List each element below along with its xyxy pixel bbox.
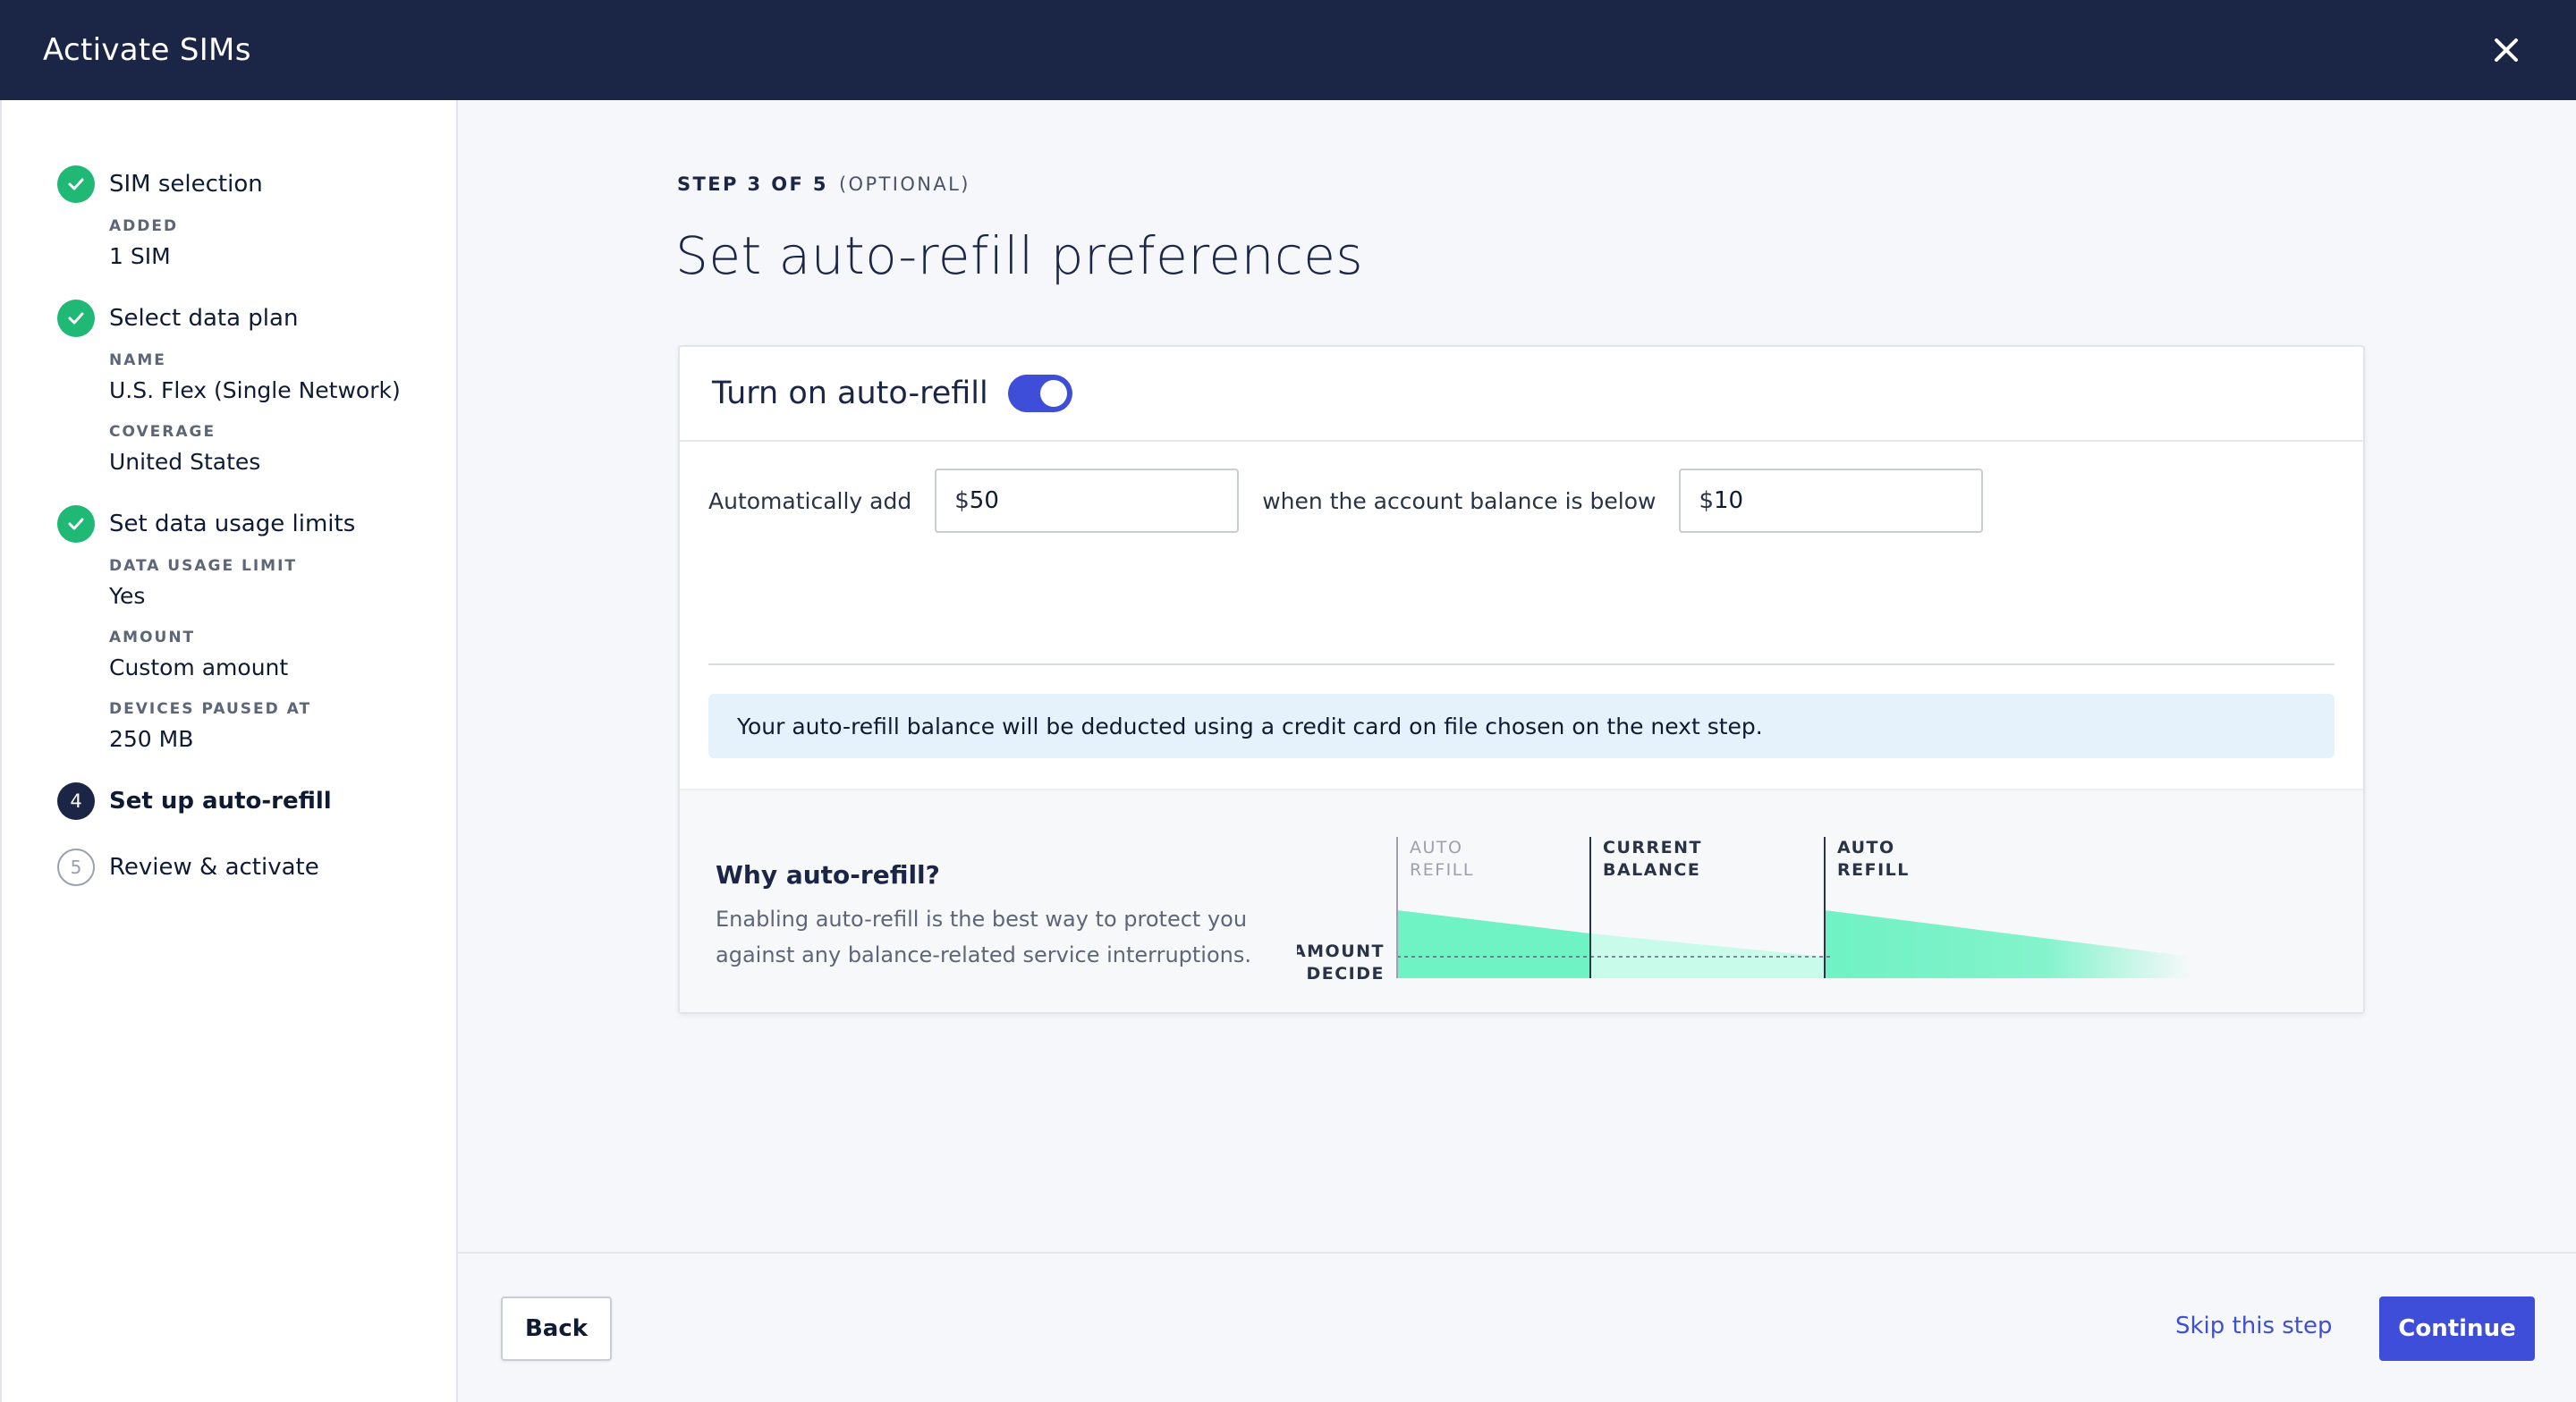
refill-settings-row: Automatically add $50 when the account b… — [708, 469, 2006, 533]
modal-footer: Back Skip this step Continue — [458, 1252, 2576, 1402]
meta-label: DEVICES PAUSED AT — [109, 700, 312, 718]
modal-title: Activate SIMs — [43, 32, 251, 68]
step-indicator: STEP 3 OF 5 (OPTIONAL) — [677, 173, 970, 195]
meta-label: ADDED — [109, 217, 179, 235]
continue-button[interactable]: Continue — [2379, 1296, 2535, 1361]
marker-label-3: REFILL — [1837, 860, 1910, 880]
refill-segment-1 — [1397, 910, 1590, 978]
modal-header: Activate SIMs — [0, 0, 2576, 100]
progress-sidebar: SIM selection ADDED 1 SIM Select data pl… — [0, 100, 458, 1402]
why-text: Enabling auto-refill is the best way to … — [716, 907, 1252, 967]
step-title: Review & activate — [109, 854, 319, 881]
currency-prefix: $ — [954, 487, 970, 514]
meta-label: NAME — [109, 351, 166, 369]
threshold-label: when the account balance is below — [1262, 487, 1657, 514]
sidebar-step-sim-selection[interactable]: SIM selection ADDED 1 SIM — [2, 165, 456, 272]
threshold-amount-input[interactable]: $10 — [1679, 469, 1984, 533]
axis-label: YOU DECIDE — [1297, 964, 1385, 984]
close-button[interactable] — [2485, 29, 2528, 72]
balance-segment — [1590, 933, 1825, 978]
main-content: STEP 3 OF 5 (OPTIONAL) Set auto-refill pr… — [458, 100, 2576, 1252]
card-header: Turn on auto-refill — [680, 347, 2363, 442]
page-title: Set auto-refill preferences — [675, 225, 1364, 286]
sidebar-step-review[interactable]: 5 Review & activate — [2, 849, 456, 886]
marker-label-1: AUTO — [1410, 838, 1462, 857]
sidebar-step-data-plan[interactable]: Select data plan NAME U.S. Flex (Single … — [2, 300, 456, 477]
info-banner: Your auto-refill balance will be deducte… — [708, 694, 2334, 758]
auto-refill-diagram: AUTO REFILL CURRENT BALANCE AUTO REFILL … — [1297, 837, 2191, 984]
meta-value: 1 SIM — [109, 243, 171, 269]
check-icon — [57, 300, 95, 337]
marker-label-1: REFILL — [1410, 860, 1474, 880]
card-title: Turn on auto-refill — [712, 376, 988, 411]
meta-label: COVERAGE — [109, 423, 216, 441]
step-title: Set up auto-refill — [109, 788, 332, 815]
auto-add-amount-input[interactable]: $50 — [935, 469, 1240, 533]
meta-value: United States — [109, 449, 261, 475]
check-icon — [57, 165, 95, 203]
marker-label-2: BALANCE — [1603, 860, 1700, 880]
why-auto-refill-section: Why auto-refill? Enabling auto-refill is… — [680, 789, 2363, 1012]
meta-label: DATA USAGE LIMIT — [109, 557, 297, 575]
step-count: STEP 3 OF 5 — [677, 173, 828, 195]
meta-value: Yes — [109, 583, 146, 609]
toggle-knob — [1039, 380, 1067, 407]
input-value: 50 — [969, 487, 999, 514]
check-icon — [57, 505, 95, 543]
close-icon — [2495, 38, 2518, 62]
auto-refill-card: Turn on auto-refill Automatically add $5… — [678, 345, 2365, 1014]
sidebar-step-usage-limits[interactable]: Set data usage limits DATA USAGE LIMIT Y… — [2, 505, 456, 755]
meta-value: U.S. Flex (Single Network) — [109, 377, 401, 403]
input-value: 10 — [1714, 487, 1744, 514]
why-title: Why auto-refill? — [716, 860, 940, 890]
optional-tag: (OPTIONAL) — [838, 173, 970, 195]
meta-value: 250 MB — [109, 726, 194, 752]
divider — [708, 663, 2334, 665]
axis-label: $ AMOUNT — [1297, 942, 1385, 961]
auto-refill-toggle[interactable] — [1007, 375, 1072, 412]
step-number-badge: 4 — [57, 782, 95, 820]
step-title: Set data usage limits — [109, 511, 356, 537]
sidebar-step-auto-refill[interactable]: 4 Set up auto-refill — [2, 782, 456, 820]
auto-add-label: Automatically add — [708, 487, 912, 514]
step-title: SIM selection — [109, 171, 263, 198]
back-button[interactable]: Back — [501, 1296, 612, 1361]
step-number-badge: 5 — [57, 849, 95, 886]
meta-value: Custom amount — [109, 655, 289, 680]
currency-prefix: $ — [1699, 487, 1714, 514]
meta-label: AMOUNT — [109, 629, 196, 646]
refill-segment-2 — [1825, 910, 2191, 978]
marker-label-2: CURRENT — [1603, 838, 1702, 857]
skip-step-link[interactable]: Skip this step — [2175, 1313, 2333, 1339]
marker-label-3: AUTO — [1837, 838, 1895, 857]
step-title: Select data plan — [109, 305, 299, 332]
